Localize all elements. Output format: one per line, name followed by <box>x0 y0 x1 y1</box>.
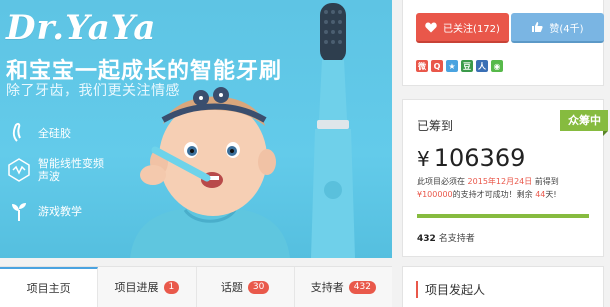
toothbrush-illustration <box>311 3 355 258</box>
tab-project-home[interactable]: 项目主页 <box>0 267 99 307</box>
tab-supporters[interactable]: 支持者 432 <box>294 267 392 307</box>
feature-silicone: 全硅胶 <box>6 120 71 146</box>
currency-symbol: ¥ <box>417 147 430 171</box>
wave-icon <box>6 157 32 183</box>
tab-label: 项目主页 <box>26 282 71 295</box>
funding-amount: ¥106369 <box>417 144 525 172</box>
project-page: Dr.YaYa 和宝宝一起成长的智能牙刷 除了牙齿，我们更关注情感 全硅胶 智能… <box>0 0 610 307</box>
feature-label: 全硅胶 <box>38 126 71 140</box>
finger-icon <box>6 120 32 146</box>
share-icons: 微 Q ★ 豆 人 ◉ <box>416 60 503 72</box>
owner-title: 项目发起人 <box>416 281 485 298</box>
heart-icon <box>425 22 437 32</box>
douban-icon[interactable]: 豆 <box>461 60 473 72</box>
project-tabs: 项目主页 项目进展 1 话题 30 支持者 432 <box>0 266 392 307</box>
desc-text: 前得到 <box>534 177 559 186</box>
brand-logo: Dr.YaYa <box>6 8 157 48</box>
desc-text: 此项目必须在 <box>417 177 465 186</box>
goal-amount: ¥100000 <box>417 190 453 199</box>
desc-text: 天! <box>545 190 557 199</box>
deadline: 2015年12月24日 <box>467 177 533 186</box>
days-left: 44 <box>535 190 546 199</box>
funding-progress-bar <box>417 214 589 218</box>
sprout-icon <box>6 198 32 224</box>
thumbs-up-icon <box>532 22 544 32</box>
weibo-icon[interactable]: 微 <box>416 60 428 72</box>
tab-label: 项目进展 <box>114 281 159 294</box>
progress-fill <box>417 214 589 218</box>
tab-label: 支持者 <box>310 281 344 294</box>
feature-sonic: 智能线性变频声波 <box>6 157 108 183</box>
tab-label: 话题 <box>220 281 243 294</box>
status-badge: 众筹中 <box>560 110 608 136</box>
supporters-count: 432 名支持者 <box>417 231 475 244</box>
feature-label: 游戏教学 <box>38 204 82 218</box>
qzone-icon[interactable]: Q <box>431 60 443 72</box>
follow-button[interactable]: 已关注(172) <box>416 13 509 43</box>
feature-game-teaching: 游戏教学 <box>6 198 82 224</box>
wechat-icon[interactable]: ◉ <box>491 60 503 72</box>
amount-value: 106369 <box>433 144 526 172</box>
funding-description: 此项目必须在 2015年12月24日 前得到 ¥100000的支持才可成功！剩余… <box>417 175 597 201</box>
action-panel: 已关注(172) 赞(4千) 微 Q ★ 豆 人 ◉ <box>402 0 604 86</box>
feature-label: 智能线性变频声波 <box>38 157 104 183</box>
count-badge: 30 <box>247 280 270 294</box>
follow-label: 已关注(172) <box>443 23 500 35</box>
renren-icon[interactable]: 人 <box>476 60 488 72</box>
desc-text: 的支持才可成功！剩余 <box>452 190 533 199</box>
count-badge: 1 <box>163 280 180 294</box>
baby-illustration <box>130 87 290 258</box>
like-label: 赞(4千) <box>549 23 584 35</box>
count-badge: 432 <box>348 280 376 294</box>
funding-title: 已筹到 <box>417 119 454 133</box>
like-button[interactable]: 赞(4千) <box>511 13 604 43</box>
supporters-label: 名支持者 <box>438 234 475 244</box>
star-icon[interactable]: ★ <box>446 60 458 72</box>
funding-panel: 已筹到 众筹中 ¥106369 此项目必须在 2015年12月24日 前得到 ¥… <box>402 99 608 257</box>
supporters-number: 432 <box>417 234 436 244</box>
tab-topics[interactable]: 话题 30 <box>196 267 295 307</box>
owner-panel: 项目发起人 <box>402 266 604 307</box>
hero-banner[interactable]: Dr.YaYa 和宝宝一起成长的智能牙刷 除了牙齿，我们更关注情感 全硅胶 智能… <box>0 0 392 258</box>
tab-project-progress[interactable]: 项目进展 1 <box>98 267 197 307</box>
